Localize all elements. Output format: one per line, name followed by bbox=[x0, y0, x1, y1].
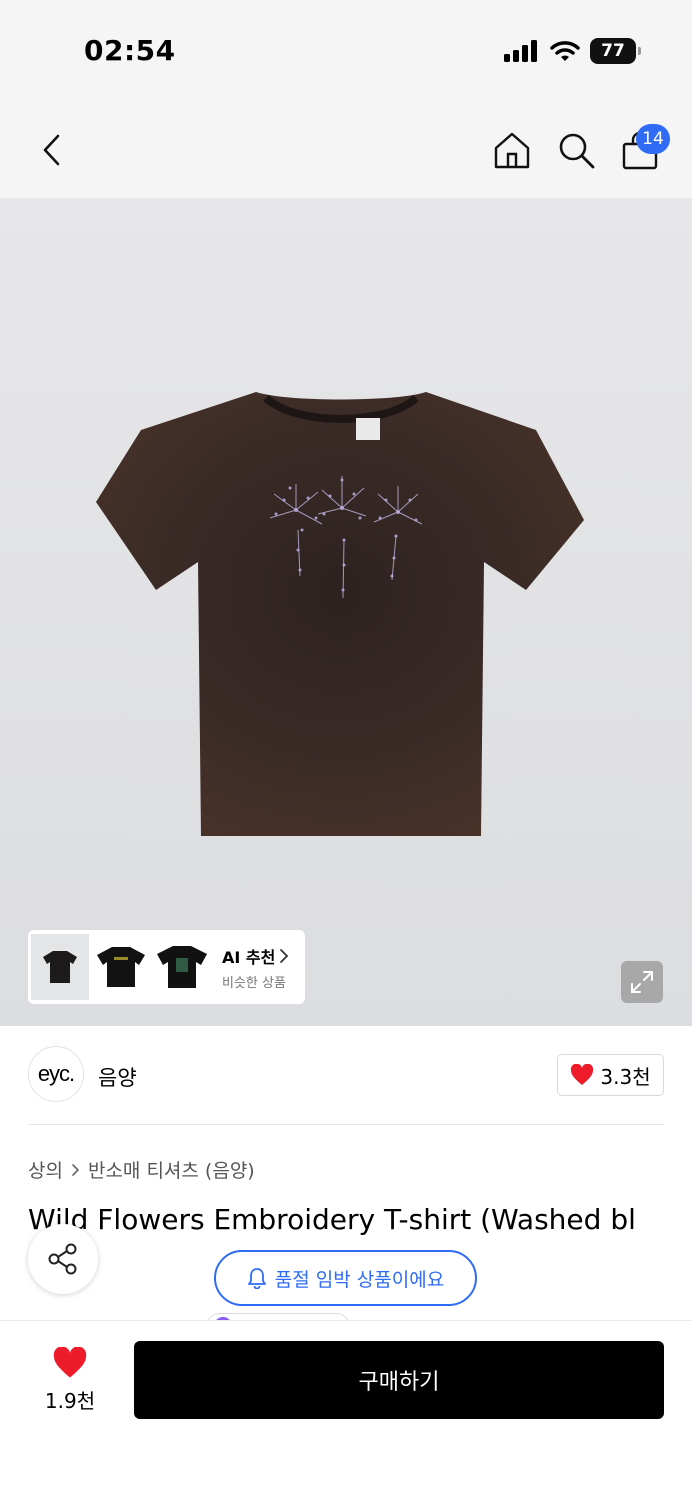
brand-name[interactable]: 음양 bbox=[98, 1062, 137, 1092]
thumbnail-3[interactable] bbox=[153, 934, 211, 1000]
ai-recommendation-subtitle: 비슷한 상품 bbox=[222, 975, 286, 991]
cellular-signal-icon bbox=[504, 40, 537, 62]
soldout-notice-label: 품절 임박 상품이에요 bbox=[274, 1268, 445, 1291]
wishlist-count: 1.9천 bbox=[44, 1389, 96, 1413]
thumbnail-tshirt-image bbox=[157, 946, 207, 988]
breadcrumb: 상의 반소매 티셔츠 (음양) bbox=[28, 1156, 255, 1183]
ai-recommendation-text: AI 추천 비슷한 상품 bbox=[222, 944, 289, 991]
brand-logo[interactable]: eyc. bbox=[28, 1046, 84, 1102]
expand-icon bbox=[631, 971, 653, 993]
product-tshirt-image bbox=[96, 392, 584, 836]
search-button[interactable] bbox=[554, 128, 598, 172]
status-bar: 02:54 77 bbox=[0, 0, 692, 100]
product-title: Wild Flowers Embroidery T-shirt (Washed … bbox=[28, 1203, 636, 1236]
bottom-purchase-bar: 1.9천 구매하기 bbox=[0, 1320, 692, 1500]
battery-indicator: 77 bbox=[590, 38, 641, 64]
product-image-gallery[interactable]: AI 추천 비슷한 상품 bbox=[0, 198, 692, 1026]
brand-like-count: 3.3천 bbox=[600, 1064, 651, 1089]
thumbnail-tshirt-image bbox=[97, 947, 145, 987]
home-button[interactable] bbox=[490, 128, 534, 172]
heart-icon bbox=[571, 1064, 594, 1085]
share-button[interactable] bbox=[28, 1224, 98, 1294]
status-time: 02:54 bbox=[84, 34, 176, 67]
thumbnail-2[interactable] bbox=[92, 934, 150, 1000]
ai-title-label: AI 추천 bbox=[222, 947, 276, 967]
top-nav-bar bbox=[0, 100, 692, 198]
thumbnail-tshirt-image bbox=[43, 951, 77, 983]
share-icon bbox=[48, 1243, 77, 1275]
thumbnail-1[interactable] bbox=[31, 934, 89, 1000]
buy-button[interactable]: 구매하기 bbox=[134, 1341, 664, 1419]
cart-count-badge: 14 bbox=[636, 124, 670, 154]
breadcrumb-category[interactable]: 상의 bbox=[28, 1156, 63, 1183]
wishlist-button[interactable]: 1.9천 bbox=[30, 1347, 110, 1414]
soldout-notice: 품절 임박 상품이에요 bbox=[214, 1250, 477, 1306]
ai-recommendation-title[interactable]: AI 추천 bbox=[222, 944, 289, 968]
heart-icon bbox=[53, 1347, 87, 1378]
chevron-right-icon bbox=[280, 948, 289, 963]
back-icon bbox=[43, 134, 60, 166]
brand-like-button[interactable]: 3.3천 bbox=[557, 1054, 664, 1096]
brand-row: eyc. 음양 3.3천 bbox=[0, 1026, 692, 1126]
expand-image-button[interactable] bbox=[621, 961, 663, 1003]
section-divider bbox=[28, 1124, 664, 1125]
chevron-right-icon bbox=[72, 1163, 80, 1176]
wifi-icon bbox=[550, 41, 580, 61]
search-icon bbox=[559, 133, 595, 169]
status-icons: 77 bbox=[504, 38, 641, 64]
ai-recommendation-strip[interactable]: AI 추천 비슷한 상품 bbox=[28, 930, 305, 1004]
back-button[interactable] bbox=[32, 130, 72, 170]
home-icon bbox=[494, 132, 530, 169]
breadcrumb-subcategory[interactable]: 반소매 티셔츠 (음양) bbox=[88, 1156, 255, 1183]
bell-icon bbox=[247, 1268, 266, 1289]
